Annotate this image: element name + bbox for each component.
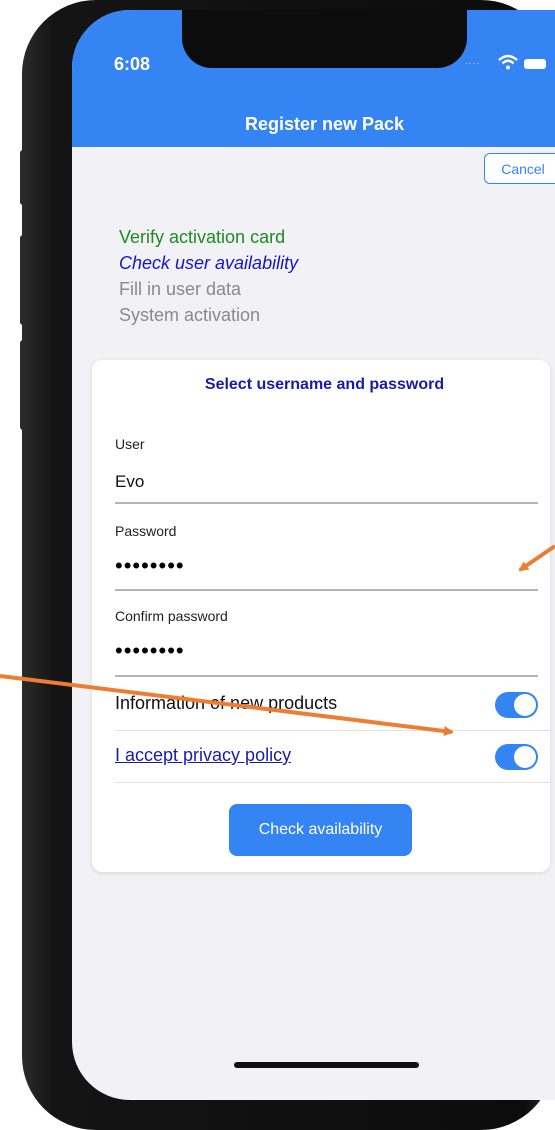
annotation-arrow xyxy=(518,544,555,572)
annotation-overlay xyxy=(0,544,555,736)
annotation-arrow xyxy=(0,674,454,736)
